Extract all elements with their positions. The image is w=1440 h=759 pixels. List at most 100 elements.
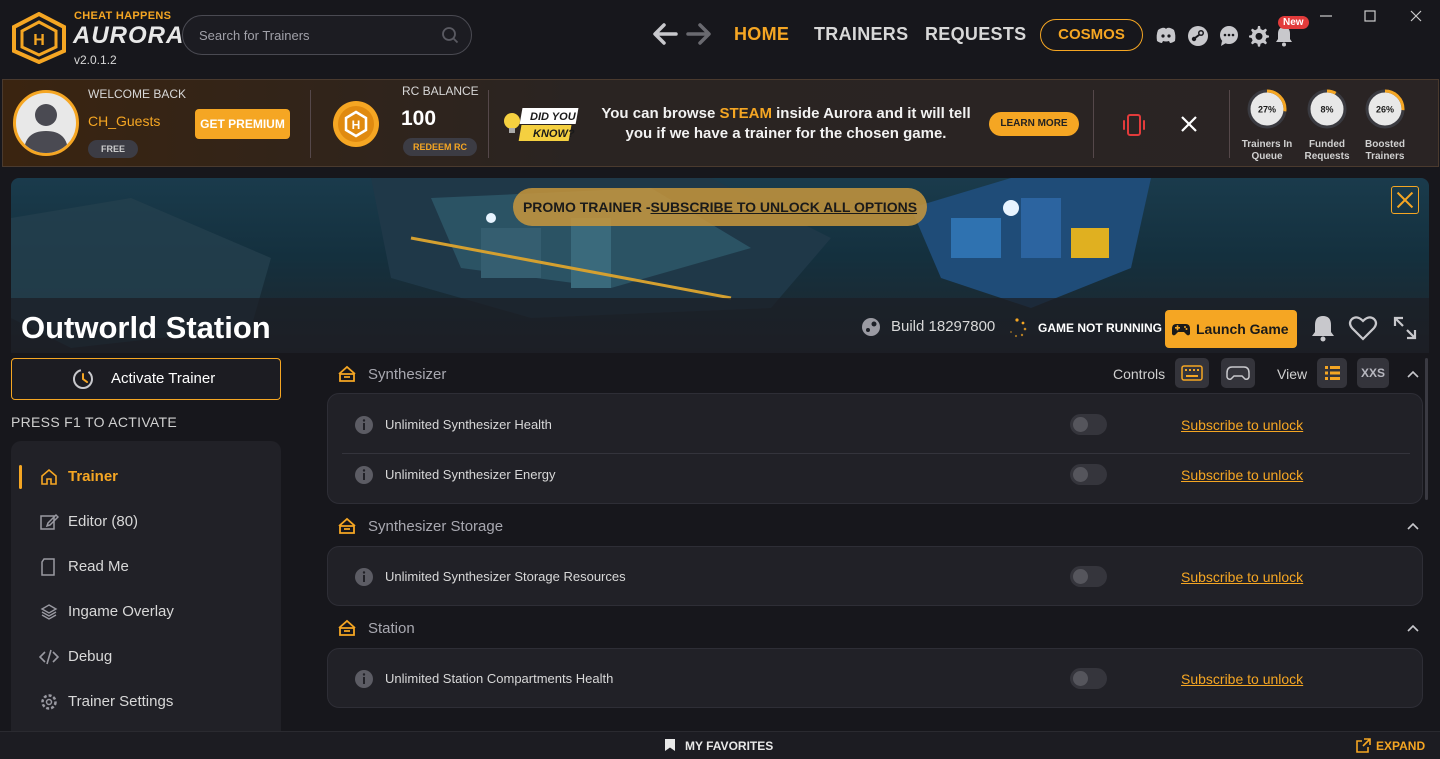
close-banner-icon[interactable] [1391, 186, 1419, 214]
chevron-up-icon[interactable] [1405, 518, 1421, 534]
mobile-phone-icon[interactable] [1121, 112, 1147, 138]
did-you-know-badge: DID YOU KNOW? [504, 108, 579, 141]
option-toggle[interactable] [1070, 464, 1107, 485]
svg-text:H: H [33, 32, 45, 49]
search-icon[interactable] [441, 26, 459, 44]
search-box [182, 15, 472, 55]
maximize-icon[interactable] [1362, 8, 1378, 24]
promo-trainer-banner[interactable]: PROMO TRAINER -SUBSCRIBE TO UNLOCK ALL O… [513, 188, 927, 226]
menu-item-ingame-overlay[interactable]: Ingame Overlay [11, 592, 281, 632]
know-label: KNOW? [533, 128, 575, 140]
cosmos-button[interactable]: COSMOS [1040, 19, 1143, 51]
edit-icon [40, 513, 59, 530]
activate-trainer-button[interactable]: Activate Trainer [11, 358, 281, 400]
svg-text:26%: 26% [1376, 105, 1394, 115]
game-title: Outworld Station [21, 310, 271, 345]
layers-icon [40, 604, 58, 620]
menu-item-trainer-settings[interactable]: Trainer Settings [11, 682, 281, 722]
stat-boosted-trainers: 26% Boosted Trainers [1355, 88, 1415, 163]
avatar[interactable] [13, 90, 79, 156]
info-icon[interactable] [354, 465, 374, 485]
menu-item-trainer[interactable]: Trainer [11, 457, 281, 497]
did-you-label: DID YOU [530, 111, 577, 123]
rc-coin-icon: H [333, 101, 379, 147]
discord-icon[interactable] [1154, 24, 1178, 48]
membership-badge: FREE [88, 140, 138, 158]
option-toggle[interactable] [1070, 414, 1107, 435]
notify-bell-icon[interactable] [1307, 312, 1339, 344]
get-premium-button[interactable]: GET PREMIUM [195, 109, 290, 139]
keyboard-controls-button[interactable] [1175, 358, 1209, 388]
subscribe-link[interactable]: Subscribe to unlock [1181, 671, 1303, 687]
compact-view-button[interactable]: XXS [1357, 358, 1389, 388]
fullscreen-icon[interactable] [1389, 312, 1421, 344]
username: CH_Guests [88, 113, 161, 129]
info-icon[interactable] [354, 567, 374, 587]
subscribe-link[interactable]: Subscribe to unlock [1181, 569, 1303, 585]
chat-icon[interactable] [1217, 24, 1241, 48]
back-arrow-icon[interactable] [650, 20, 680, 48]
activate-icon [73, 369, 93, 389]
chevron-up-icon[interactable] [1405, 620, 1421, 636]
search-input[interactable] [199, 16, 439, 54]
option-label: Unlimited Station Compartments Health [385, 671, 614, 686]
bookmark-icon [665, 739, 675, 751]
expand-icon [1356, 738, 1371, 753]
menu-item-debug[interactable]: Debug [11, 637, 281, 677]
option-row: Unlimited Station Compartments Health Su… [328, 654, 1424, 704]
nav-requests[interactable]: REQUESTS [925, 24, 1026, 45]
minimize-icon[interactable] [1318, 8, 1334, 24]
info-icon[interactable] [354, 669, 374, 689]
steam-icon [862, 318, 880, 336]
subscribe-link[interactable]: Subscribe to unlock [1181, 467, 1303, 483]
nav-trainers[interactable]: TRAINERS [814, 24, 908, 45]
option-row: Unlimited Synthesizer Storage Resources … [328, 552, 1424, 602]
divider [488, 90, 489, 158]
game-status: GAME NOT RUNNING [1038, 321, 1162, 335]
nav-home[interactable]: HOME [734, 24, 789, 45]
menu-item-read-me[interactable]: Read Me [11, 547, 281, 587]
settings-gear-icon[interactable] [1246, 24, 1270, 48]
window-close-icon[interactable] [1408, 8, 1424, 24]
options-panel: Unlimited Synthesizer Health Subscribe t… [327, 393, 1423, 504]
close-tip-icon[interactable] [1179, 114, 1199, 134]
stat-funded-requests: 8% Funded Requests [1297, 88, 1357, 163]
option-label: Unlimited Synthesizer Health [385, 417, 552, 432]
scrollbar[interactable] [1425, 358, 1428, 500]
my-favorites-button[interactable]: MY FAVORITES [663, 739, 773, 753]
activation-hint: PRESS F1 TO ACTIVATE [11, 414, 178, 430]
options-panel: Unlimited Synthesizer Storage Resources … [327, 546, 1423, 606]
chevron-up-icon[interactable] [1405, 366, 1421, 382]
option-toggle[interactable] [1070, 566, 1107, 587]
option-toggle[interactable] [1070, 668, 1107, 689]
gear-icon [41, 694, 57, 710]
user-silhouette-icon [24, 104, 68, 153]
progress-ring: 26% [1365, 89, 1405, 129]
menu-item-editor[interactable]: Editor (80) [11, 502, 281, 542]
svg-text:H: H [352, 118, 361, 132]
forward-arrow-icon[interactable] [684, 20, 714, 48]
gamepad-icon [1172, 324, 1190, 336]
learn-more-button[interactable]: LEARN MORE [989, 112, 1079, 136]
tip-text: You can browse STEAM inside Aurora and i… [601, 105, 971, 142]
cheat-happens-logo-icon: H [12, 12, 66, 64]
progress-ring: 27% [1247, 89, 1287, 129]
list-view-button[interactable] [1317, 358, 1347, 388]
brand-name: AURORA [73, 22, 185, 49]
list-view-icon [1325, 366, 1340, 380]
steam-icon[interactable] [1186, 24, 1210, 48]
launch-game-button[interactable]: Launch Game [1165, 310, 1297, 348]
subscribe-link[interactable]: Subscribe to unlock [1181, 417, 1303, 433]
favorite-heart-icon[interactable] [1347, 312, 1379, 344]
expand-button[interactable]: EXPAND [1356, 738, 1425, 753]
welcome-bar: WELCOME BACK CH_Guests FREE GET PREMIUM … [2, 79, 1439, 167]
build-number: Build 18297800 [891, 318, 996, 335]
gamepad-controls-button[interactable] [1221, 358, 1255, 388]
aurora-app: H CHEAT HAPPENS AURORA v2.0.1.2 HOME TRA… [0, 0, 1440, 759]
svg-text:8%: 8% [1320, 105, 1333, 115]
redeem-rc-button[interactable]: REDEEM RC [403, 138, 477, 156]
bottom-bar: MY FAVORITES EXPAND [0, 731, 1440, 759]
info-icon[interactable] [354, 415, 374, 435]
home-icon [41, 468, 57, 485]
option-row: Unlimited Synthesizer Energy Subscribe t… [328, 450, 1424, 500]
